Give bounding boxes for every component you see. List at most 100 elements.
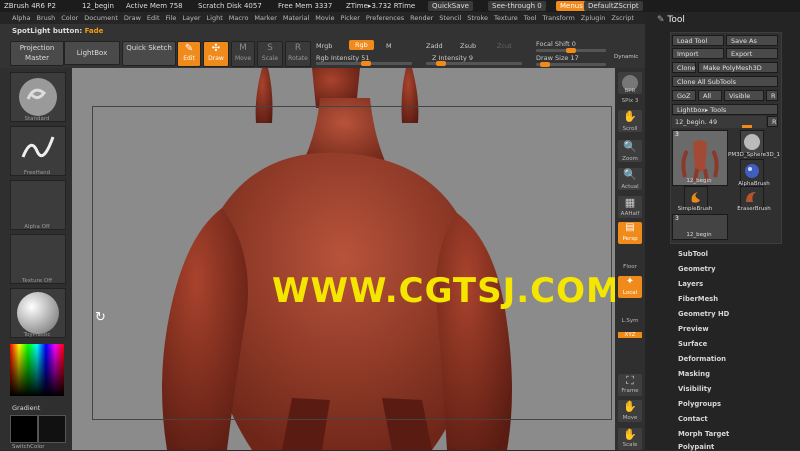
draw-size-slider[interactable]: Draw Size 17 [536,54,579,62]
section-masking[interactable]: Masking [678,370,710,378]
tool-palette-title[interactable]: ✎ Tool [657,15,685,25]
tool-thumb-alphabrush[interactable] [740,159,764,183]
menu-brush[interactable]: Brush [36,14,55,22]
menu-transform[interactable]: Transform [542,14,574,22]
m-button[interactable]: M [386,42,392,50]
lightbox-button[interactable]: LightBox [64,41,120,65]
menu-edit[interactable]: Edit [147,14,160,22]
spix-label[interactable]: SPix 3 [615,98,645,104]
save-as-button[interactable]: Save As [726,35,778,46]
dynamic-button[interactable]: Dynamic [614,54,638,60]
menu-zplugin[interactable]: Zplugin [581,14,606,22]
alpha-slot[interactable] [10,180,66,230]
see-through-slider[interactable]: See-through 0 [488,1,546,11]
tool-thumb-simplebrush[interactable] [684,186,708,208]
focal-shift-slider[interactable]: Focal Shift 0 [536,40,576,48]
mrgb-button[interactable]: Mrgb [316,42,332,50]
rgb-button[interactable]: Rgb [349,40,374,50]
goz-all-button[interactable]: All [698,90,722,101]
canvas-viewport[interactable]: ↻ WWW.CGTSJ.COM [72,68,615,450]
goz-button[interactable]: GoZ [672,90,696,101]
make-polymesh-button[interactable]: Make PolyMesh3D [698,62,778,73]
move-button[interactable]: M Move [231,41,255,67]
draw-size-knob[interactable] [540,62,550,67]
gradient-label[interactable]: Gradient [12,404,40,412]
lsym-label[interactable]: L.Sym [615,318,645,324]
menu-preferences[interactable]: Preferences [366,14,404,22]
scale-button[interactable]: S Scale [257,41,283,67]
menu-color[interactable]: Color [61,14,78,22]
draw-button[interactable]: ✣ Draw [203,41,229,67]
clone-button[interactable]: Clone [672,62,696,73]
z-intensity-track[interactable] [426,61,522,66]
section-subtool[interactable]: SubTool [678,250,708,258]
export-button[interactable]: Export [726,48,778,59]
menu-material[interactable]: Material [283,14,309,22]
menu-macro[interactable]: Macro [229,14,249,22]
floor-label[interactable]: Floor [615,264,645,270]
edit-button[interactable]: ✎ Edit [177,41,201,67]
rgb-intensity-knob[interactable] [361,61,371,66]
menu-layer[interactable]: Layer [182,14,200,22]
texture-slot[interactable] [10,234,66,284]
menu-tool[interactable]: Tool [524,14,537,22]
rgb-intensity-track[interactable] [316,61,412,66]
menu-render[interactable]: Render [410,14,433,22]
goz-visible-button[interactable]: Visible [724,90,764,101]
switch-color-button[interactable]: SwitchColor [12,444,45,450]
menu-alpha[interactable]: Alpha [12,14,30,22]
default-zscript-button[interactable]: DefaultZScript [584,1,643,11]
brush-slot[interactable] [10,72,66,122]
draw-size-track[interactable] [536,62,606,67]
section-fibermesh[interactable]: FiberMesh [678,295,718,303]
menu-light[interactable]: Light [207,14,223,22]
rotate-button[interactable]: R Rotate [285,41,311,67]
section-preview[interactable]: Preview [678,325,709,333]
color-picker[interactable] [10,344,64,396]
menu-stroke[interactable]: Stroke [467,14,488,22]
current-tool-knob[interactable] [742,125,752,128]
menu-document[interactable]: Document [84,14,118,22]
section-geometry-hd[interactable]: Geometry HD [678,310,729,318]
lightbox-tools-button[interactable]: Lightbox▸ Tools [672,104,778,115]
goz-r-button[interactable]: R [766,90,778,101]
section-visibility[interactable]: Visibility [678,385,711,393]
section-contact[interactable]: Contact [678,415,708,423]
menu-movie[interactable]: Movie [315,14,334,22]
zsub-button[interactable]: Zsub [460,42,476,50]
clone-all-subtools-button[interactable]: Clone All SubTools [672,76,778,87]
menu-file[interactable]: File [166,14,177,22]
focal-shift-knob[interactable] [566,48,576,53]
section-polygroups[interactable]: Polygroups [678,400,721,408]
tool-thumb-sphere[interactable] [740,130,764,154]
material-slot[interactable] [10,288,66,338]
projection-master-button[interactable]: Projection Master [10,41,64,66]
quick-sketch-button[interactable]: Quick Sketch [122,41,176,66]
secondary-color-swatch[interactable] [38,415,66,443]
focal-shift-track[interactable] [536,48,606,53]
section-deformation[interactable]: Deformation [678,355,726,363]
menu-texture[interactable]: Texture [494,14,518,22]
quicksave-button[interactable]: QuickSave [428,1,473,11]
z-intensity-knob[interactable] [436,61,446,66]
main-color-swatch[interactable] [10,415,38,443]
load-tool-button[interactable]: Load Tool [672,35,724,46]
menu-marker[interactable]: Marker [254,14,276,22]
section-surface[interactable]: Surface [678,340,707,348]
section-layers[interactable]: Layers [678,280,703,288]
zadd-button[interactable]: Zadd [426,42,443,50]
import-button[interactable]: Import [672,48,724,59]
zcut-button[interactable]: Zcut [497,42,512,50]
stroke-slot[interactable] [10,126,66,176]
section-morph-target[interactable]: Morph Target [678,430,729,438]
menu-draw[interactable]: Draw [124,14,141,22]
tool-thumb-eraserbrush[interactable] [740,186,764,208]
menus-button[interactable]: Menus [556,1,587,11]
xyz-button[interactable]: XYZ [618,332,642,338]
menu-picker[interactable]: Picker [341,14,360,22]
menu-stencil[interactable]: Stencil [439,14,461,22]
section-geometry[interactable]: Geometry [678,265,716,273]
current-tool-slider[interactable]: 12_begin. 49 [672,116,766,128]
menu-zscript[interactable]: Zscript [611,14,634,22]
current-tool-r-button[interactable]: R [767,116,778,127]
